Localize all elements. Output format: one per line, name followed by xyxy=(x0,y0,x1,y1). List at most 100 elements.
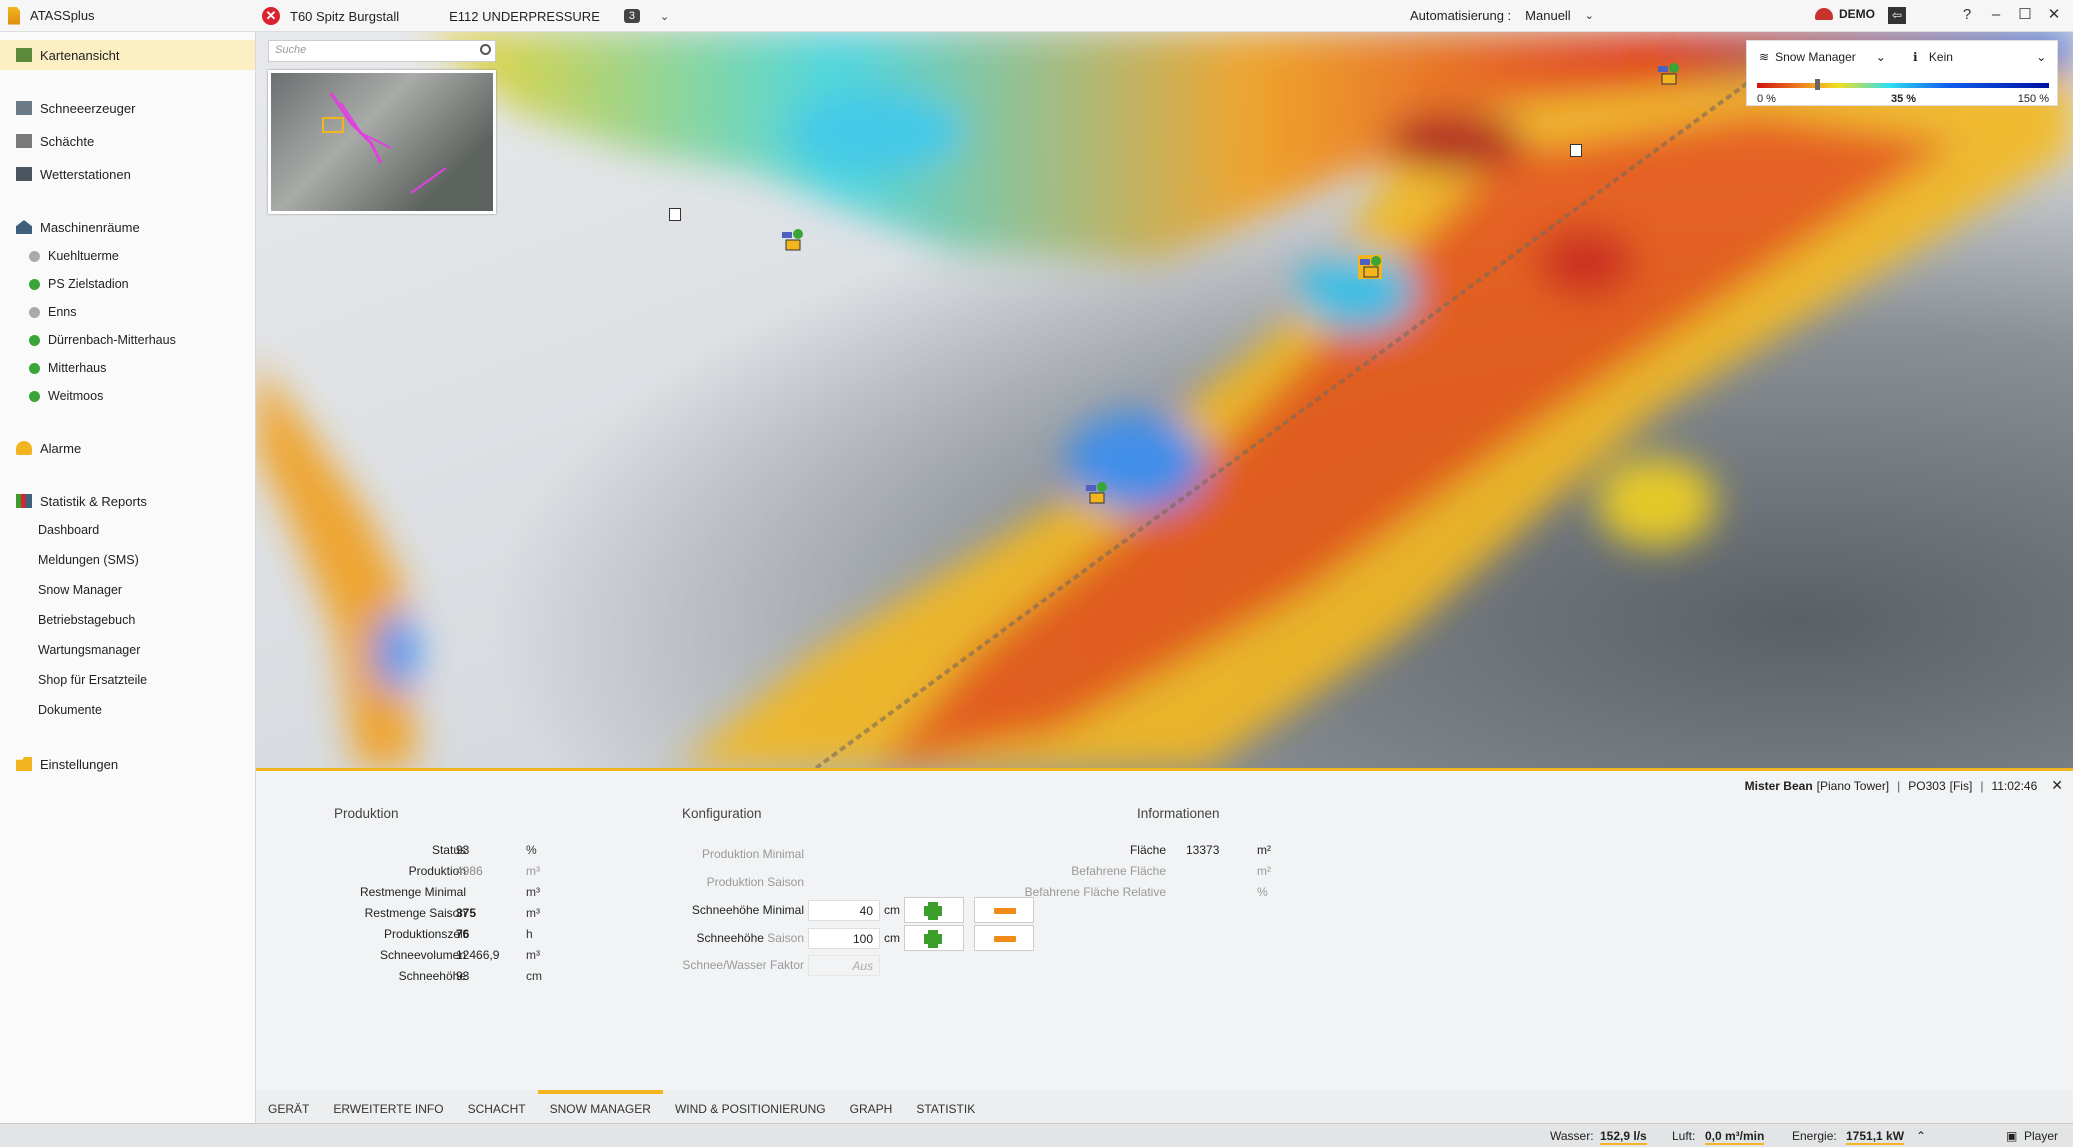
report-link-dashboard[interactable]: Dashboard xyxy=(38,523,99,537)
snow-gun-marker[interactable] xyxy=(1084,481,1108,505)
info-row-label: Befahrene Fläche Relative xyxy=(1024,885,1166,899)
alarm-name[interactable]: T60 Spitz Burgstall xyxy=(290,9,399,24)
row-unit: cm xyxy=(526,969,542,983)
snow-gun-icon xyxy=(16,101,32,115)
sh-saison-minus-button[interactable] xyxy=(974,925,1034,951)
search-input[interactable]: Suche xyxy=(268,40,496,62)
alarm-ticker[interactable]: ✕ T60 Spitz Burgstall E112 UNDERPRESSURE… xyxy=(262,7,669,25)
minimize-button[interactable]: – xyxy=(1985,4,2007,26)
row-label: Restmenge Minimal xyxy=(359,885,466,899)
room-item[interactable]: Enns xyxy=(0,300,255,324)
map-view[interactable]: Suche ≋ Snow Manager ⌄ ℹ Kein ⌄ 0 % 35 %… xyxy=(256,32,2073,768)
sidebar-item-schaechte[interactable]: Schächte xyxy=(0,126,255,156)
report-link-wartungsmanager[interactable]: Wartungsmanager xyxy=(38,643,140,657)
detail-tabs: GERÄT ERWEITERTE INFO SCHACHT SNOW MANAG… xyxy=(256,1090,2073,1123)
report-link-meldungen[interactable]: Meldungen (SMS) xyxy=(38,553,139,567)
close-button[interactable]: ✕ xyxy=(2043,4,2065,26)
chevron-down-icon[interactable]: ⌄ xyxy=(660,10,669,23)
legend-slider-handle[interactable] xyxy=(1815,79,1820,90)
tab-graph[interactable]: GRAPH xyxy=(838,1090,905,1123)
room-item[interactable]: PS Zielstadion xyxy=(0,272,255,296)
chevron-down-icon: ⌄ xyxy=(2036,50,2047,64)
automation-label: Automatisierung : xyxy=(1410,8,1512,23)
hydrant-marker-icon[interactable] xyxy=(669,208,681,221)
help-button[interactable]: ? xyxy=(1956,4,1978,26)
info-row-unit: % xyxy=(1257,885,1268,899)
room-item[interactable]: Kuehltuerme xyxy=(0,244,255,268)
automation-value[interactable]: Manuell xyxy=(1525,8,1571,23)
sidebar-item-wetterstationen[interactable]: Wetterstationen xyxy=(0,159,255,189)
logout-icon[interactable]: ⇦ xyxy=(1888,7,1906,24)
row-unit: m³ xyxy=(526,948,540,962)
sidebar-item-schneeerzeuger[interactable]: Schneeerzeuger xyxy=(0,93,255,123)
snow-gun-icon xyxy=(782,229,803,251)
sh-saison-plus-button[interactable] xyxy=(904,925,964,951)
snow-gun-icon xyxy=(1086,482,1107,504)
bell-icon xyxy=(16,441,32,455)
automation-selector[interactable]: Automatisierung : Manuell ⌄ xyxy=(1410,8,1594,23)
room-label: Dürrenbach-Mitterhaus xyxy=(48,333,176,347)
chevron-down-icon[interactable]: ⌄ xyxy=(1585,9,1594,22)
alarm-code[interactable]: E112 UNDERPRESSURE xyxy=(449,9,600,24)
report-link-snow-manager[interactable]: Snow Manager xyxy=(38,583,122,597)
room-item[interactable]: Mitterhaus xyxy=(0,356,255,380)
sidebar-item-statistik[interactable]: Statistik & Reports xyxy=(0,486,255,516)
sidebar-item-maschinenraeume[interactable]: Maschinenräume xyxy=(0,212,255,242)
report-link-shop[interactable]: Shop für Ersatzteile xyxy=(38,673,147,687)
user-name: DEMO xyxy=(1839,7,1875,21)
row-unit: m³ xyxy=(526,885,540,899)
legend-value: 35 % xyxy=(1891,93,1917,105)
status-dot-icon xyxy=(29,390,40,402)
room-item[interactable]: Dürrenbach-Mitterhaus xyxy=(0,328,255,352)
row-value: 93 xyxy=(456,969,470,983)
device-id: PO303 xyxy=(1908,778,1946,793)
sidebar-item-alarme[interactable]: Alarme xyxy=(0,433,255,463)
close-icon[interactable]: ✕ xyxy=(2051,777,2063,794)
snow-gun-icon xyxy=(1658,63,1679,85)
tab-snow-manager[interactable]: SNOW MANAGER xyxy=(537,1090,663,1123)
tab-erweiterte-info[interactable]: ERWEITERTE INFO xyxy=(321,1090,455,1123)
helmet-icon xyxy=(1815,8,1833,20)
tab-wind-positionierung[interactable]: WIND & POSITIONIERUNG xyxy=(663,1090,838,1123)
chevron-up-icon[interactable]: ⌃ xyxy=(1916,1129,1926,1143)
snow-gun-marker[interactable] xyxy=(1656,62,1680,86)
search-icon[interactable] xyxy=(480,44,491,55)
hydrant-marker-icon[interactable] xyxy=(1570,144,1582,157)
sidebar-item-einstellungen[interactable]: Einstellungen xyxy=(0,749,255,779)
snow-gun-marker[interactable] xyxy=(780,228,804,252)
minimap[interactable] xyxy=(268,70,496,214)
wasser-label: Wasser: xyxy=(1550,1129,1594,1143)
room-label: Enns xyxy=(48,305,77,319)
sidebar-item-kartenansicht[interactable]: Kartenansicht xyxy=(0,40,255,70)
sh-min-unit: cm xyxy=(884,903,900,917)
player-label[interactable]: Player xyxy=(2024,1129,2058,1143)
sh-min-plus-button[interactable] xyxy=(904,897,964,923)
sh-saison-input[interactable]: 100 xyxy=(808,928,880,949)
device-fis: [Fis] xyxy=(1949,778,1973,793)
report-link-dokumente[interactable]: Dokumente xyxy=(38,703,102,717)
report-link-betriebstagebuch[interactable]: Betriebstagebuch xyxy=(38,613,135,627)
room-label: PS Zielstadion xyxy=(48,277,129,291)
tab-geraet[interactable]: GERÄT xyxy=(256,1090,321,1123)
maximize-button[interactable]: ☐ xyxy=(2014,4,2036,26)
tab-schacht[interactable]: SCHACHT xyxy=(456,1090,538,1123)
hydrant-icon xyxy=(16,134,32,148)
bar-chart-icon xyxy=(16,494,32,508)
info-row-label: Befahrene Fläche xyxy=(1071,864,1166,878)
sh-saison-label-main: Schneehöhe xyxy=(696,931,764,945)
info-selector[interactable]: ℹ Kein ⌄ xyxy=(1913,50,2046,64)
sh-min-input[interactable]: 40 xyxy=(808,900,880,921)
user-indicator[interactable]: DEMO xyxy=(1815,7,1875,21)
energie-value: 1751,1 kW xyxy=(1846,1129,1905,1145)
row-label: Produktion xyxy=(408,864,466,878)
room-item[interactable]: Weitmoos xyxy=(0,384,255,408)
sh-min-minus-button[interactable] xyxy=(974,897,1034,923)
layer-selector[interactable]: ≋ Snow Manager ⌄ xyxy=(1759,50,1886,64)
sh-saison-label-sub: Saison xyxy=(767,931,804,945)
faktor-input: Aus xyxy=(808,955,880,976)
legend-scale xyxy=(1757,83,2049,88)
tab-statistik[interactable]: STATISTIK xyxy=(904,1090,987,1123)
room-label: Kuehltuerme xyxy=(48,249,119,263)
snow-gun-marker-selected[interactable] xyxy=(1358,255,1382,279)
folder-icon xyxy=(16,757,32,771)
